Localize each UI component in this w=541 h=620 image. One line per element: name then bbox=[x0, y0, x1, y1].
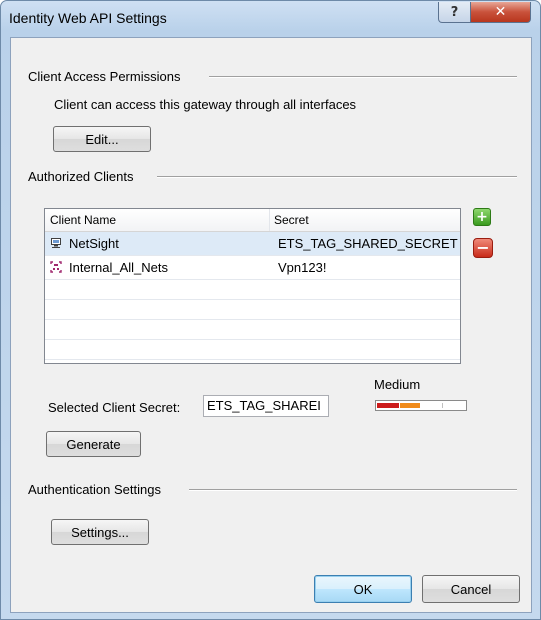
client-name-cell: Internal_All_Nets bbox=[69, 260, 168, 275]
empty-table-row bbox=[45, 280, 460, 300]
client-name-cell: NetSight bbox=[69, 236, 119, 251]
strength-meter bbox=[375, 400, 467, 411]
generate-button-label: Generate bbox=[66, 436, 121, 452]
add-client-button[interactable]: + bbox=[473, 208, 491, 226]
table-header: Client Name Secret bbox=[45, 209, 460, 232]
authentication-settings-title: Authentication Settings bbox=[28, 482, 161, 497]
settings-button-label: Settings... bbox=[71, 524, 129, 540]
plus-icon: + bbox=[476, 209, 488, 225]
minus-icon: − bbox=[476, 238, 490, 257]
client-access-title: Client Access Permissions bbox=[28, 69, 181, 84]
section-divider bbox=[189, 489, 517, 491]
ok-button[interactable]: OK bbox=[314, 575, 412, 603]
selected-secret-input[interactable]: ETS_TAG_SHAREI bbox=[203, 395, 329, 417]
strength-label: Medium bbox=[374, 377, 421, 392]
column-divider[interactable] bbox=[269, 209, 270, 231]
settings-button[interactable]: Settings... bbox=[51, 519, 149, 545]
empty-table-row bbox=[45, 300, 460, 320]
remove-client-button[interactable]: − bbox=[473, 238, 493, 258]
edit-button-label: Edit... bbox=[85, 131, 119, 147]
client-access-description: Client can access this gateway through a… bbox=[54, 97, 357, 112]
edit-button[interactable]: Edit... bbox=[53, 126, 151, 152]
dialog-window: Identity Web API Settings ? ✕ Client Acc… bbox=[0, 0, 541, 620]
client-secret-cell: ETS_TAG_SHARED_SECRET bbox=[278, 236, 458, 251]
generate-button[interactable]: Generate bbox=[46, 431, 141, 457]
client-secret-cell: Vpn123! bbox=[278, 260, 327, 275]
selected-secret-label: Selected Client Secret: bbox=[48, 400, 181, 415]
help-button[interactable]: ? bbox=[438, 2, 471, 23]
empty-table-row bbox=[45, 320, 460, 340]
table-row[interactable]: Internal_All_Nets Vpn123! bbox=[45, 256, 460, 280]
close-button[interactable]: ✕ bbox=[470, 2, 531, 23]
clients-table[interactable]: Client Name Secret NetSight ETS_TAG_SHAR… bbox=[44, 208, 461, 364]
strength-tick bbox=[442, 403, 443, 408]
column-header-secret[interactable]: Secret bbox=[274, 213, 309, 227]
computer-icon bbox=[51, 238, 61, 248]
cancel-button-label: Cancel bbox=[450, 581, 492, 597]
ok-button-label: OK bbox=[353, 581, 373, 597]
table-row[interactable]: NetSight ETS_TAG_SHARED_SECRET bbox=[45, 232, 460, 256]
network-group-icon bbox=[50, 261, 62, 273]
help-icon: ? bbox=[450, 4, 459, 20]
strength-fill-orange bbox=[400, 403, 420, 408]
authorized-clients-title: Authorized Clients bbox=[28, 169, 134, 184]
window-title: Identity Web API Settings bbox=[9, 10, 167, 26]
close-icon: ✕ bbox=[494, 4, 507, 20]
section-divider bbox=[157, 176, 517, 178]
empty-table-row bbox=[45, 340, 460, 360]
column-header-client-name[interactable]: Client Name bbox=[50, 213, 116, 227]
strength-fill-red bbox=[377, 403, 399, 408]
title-bar[interactable]: Identity Web API Settings ? ✕ bbox=[1, 1, 540, 35]
cancel-button[interactable]: Cancel bbox=[422, 575, 520, 603]
dialog-content: Client Access Permissions Client can acc… bbox=[10, 37, 532, 613]
section-divider bbox=[209, 76, 517, 78]
